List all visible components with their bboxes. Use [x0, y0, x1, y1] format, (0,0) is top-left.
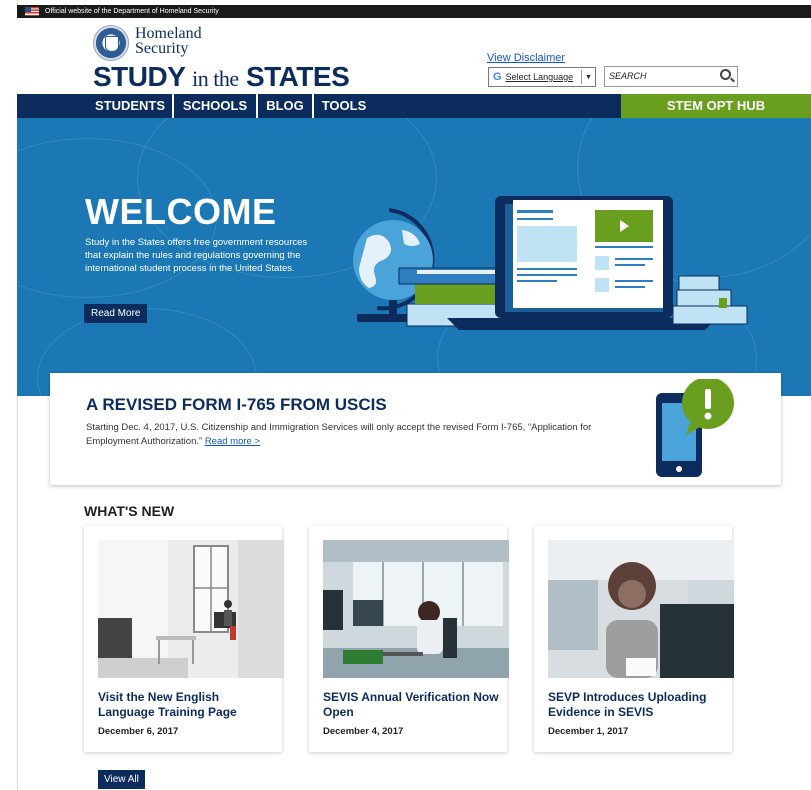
read-more-link[interactable]: Read more >: [205, 436, 260, 447]
woman-at-computer-image[interactable]: [323, 540, 509, 678]
news-card-title[interactable]: Visit the New English Language Training …: [98, 690, 276, 720]
office-photo: [98, 540, 284, 678]
news-card-date: December 1, 2017: [548, 726, 629, 737]
search-input[interactable]: SEARCH: [604, 66, 738, 87]
news-card[interactable]: Visit the New English Language Training …: [84, 526, 284, 752]
site-logo[interactable]: STUDY in the STATES: [93, 61, 350, 94]
announcement-body: Starting Dec. 4, 2017, U.S. Citizenship …: [86, 422, 592, 447]
view-all-button[interactable]: View All: [98, 770, 145, 789]
nav-item-stem-opt-hub[interactable]: STEM OPT HUB: [621, 94, 811, 118]
hero-illustration: [353, 196, 748, 330]
search-icon[interactable]: [720, 69, 731, 80]
office-photo-image[interactable]: [98, 540, 284, 678]
site-header: Homeland Security STUDY in the STATES Vi…: [17, 18, 811, 94]
dhs-seal-icon[interactable]: [93, 25, 129, 61]
logo-states: STATES: [245, 61, 350, 92]
agency-name-line2[interactable]: Security: [135, 41, 188, 57]
hero-banner: WELCOME Study in the States offers free …: [17, 118, 811, 396]
language-selector-label: Select Language: [505, 72, 574, 82]
news-card-title[interactable]: SEVIS Annual Verification Now Open: [323, 690, 501, 720]
nav-item-tools[interactable]: TOOLS: [314, 94, 374, 118]
dropdown-arrow-icon: ▼: [581, 70, 595, 84]
student-at-computer-photo: [548, 540, 734, 678]
view-disclaimer-link[interactable]: View Disclaimer: [487, 52, 565, 64]
search-placeholder: SEARCH: [609, 71, 647, 81]
phone-alert-icon: [656, 379, 734, 477]
announcement-text: Starting Dec. 4, 2017, U.S. Citizenship …: [86, 421, 606, 449]
language-selector[interactable]: G Select Language ▼: [488, 67, 596, 87]
woman-at-computer-photo: [323, 540, 509, 678]
google-g-icon: G: [493, 71, 502, 83]
news-card[interactable]: SEVP Introduces Uploading Evidence in SE…: [534, 526, 734, 752]
nav-item-students[interactable]: STUDENTS: [88, 94, 172, 118]
nav-item-schools[interactable]: SCHOOLS: [174, 94, 256, 118]
gov-banner: Official website of the Department of Ho…: [17, 5, 811, 18]
nav-item-blog[interactable]: BLOG: [258, 94, 312, 118]
main-nav: STUDENTS SCHOOLS BLOG TOOLS STEM OPT HUB: [17, 94, 811, 118]
student-at-computer-image[interactable]: [548, 540, 734, 678]
news-card[interactable]: SEVIS Annual Verification Now Open Decem…: [309, 526, 509, 752]
news-card-title[interactable]: SEVP Introduces Uploading Evidence in SE…: [548, 690, 726, 720]
logo-in-the: in the: [192, 66, 239, 91]
news-card-date: December 6, 2017: [98, 726, 179, 737]
whats-new-heading: WHAT'S NEW: [84, 503, 175, 519]
news-card-date: December 4, 2017: [323, 726, 404, 737]
gov-banner-text: Official website of the Department of Ho…: [45, 8, 219, 15]
logo-study: STUDY: [93, 61, 185, 92]
us-flag-icon: [25, 7, 39, 16]
small-book-stack-icon: [672, 275, 748, 325]
announcement-card: A REVISED FORM I-765 FROM USCIS Starting…: [50, 373, 781, 485]
announcement-title[interactable]: A REVISED FORM I-765 FROM USCIS: [86, 395, 387, 415]
